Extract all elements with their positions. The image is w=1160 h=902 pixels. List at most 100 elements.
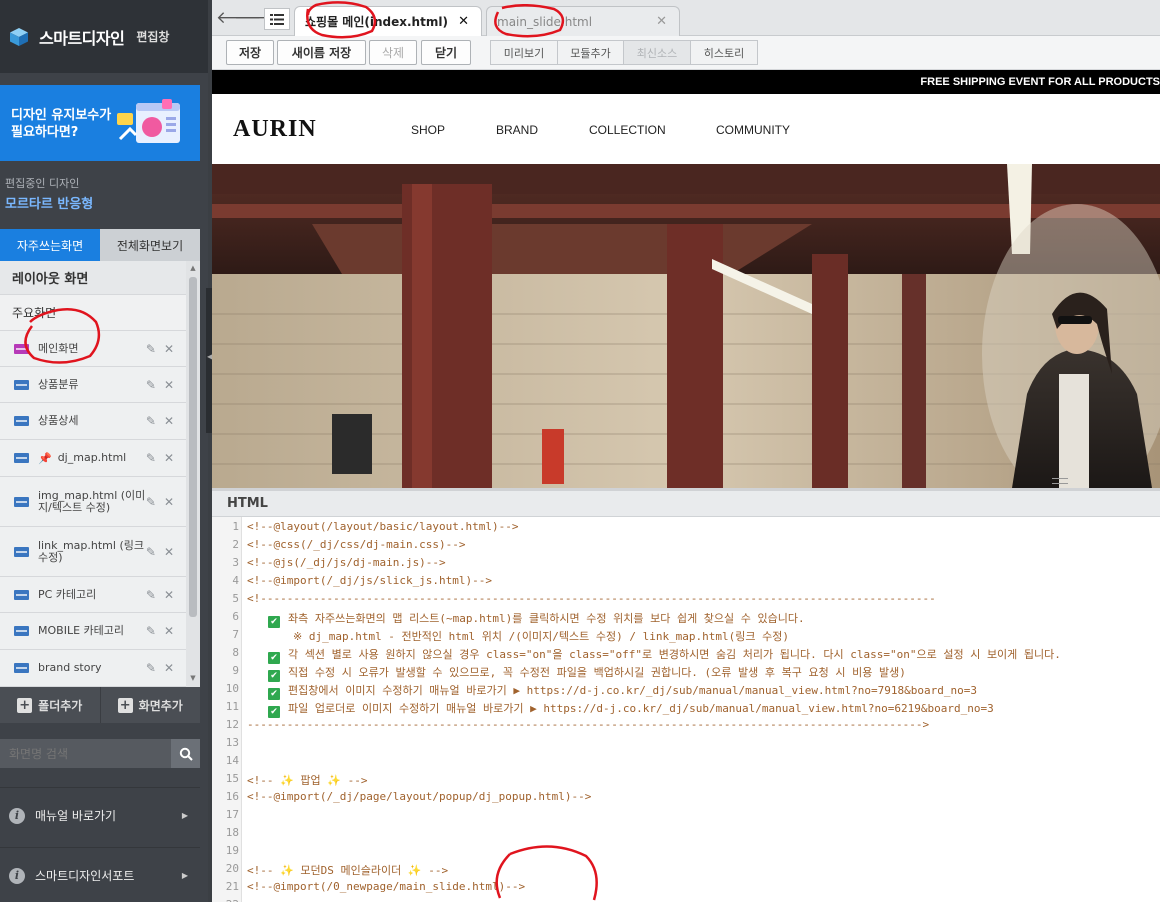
support-link[interactable]: i 스마트디자인서포트 ▶ — [0, 847, 200, 902]
line-number: 21 — [225, 880, 239, 893]
code-line: <!--@import(/0_newpage/main_slide.html)-… — [247, 880, 526, 893]
tab-all-screens[interactable]: 전체화면보기 — [100, 229, 200, 261]
tab-main-slide-html[interactable]: main_slide.html ✕ — [486, 6, 680, 36]
list-item[interactable]: 상품분류 ✎ ✕ — [0, 367, 186, 403]
edit-icon[interactable]: ✎ — [146, 624, 156, 638]
edit-icon[interactable]: ✎ — [146, 588, 156, 602]
list-item[interactable]: 상품상세 ✎ ✕ — [0, 403, 186, 440]
delete-icon[interactable]: ✕ — [164, 661, 174, 675]
delete-icon[interactable]: ✕ — [164, 545, 174, 559]
page-icon — [14, 496, 29, 507]
app-subtitle: 편집창 — [136, 30, 170, 44]
manual-link-label: 매뉴얼 바로가기 — [35, 809, 117, 823]
manual-link[interactable]: i 매뉴얼 바로가기 ▶ — [0, 787, 200, 843]
nav-shop[interactable]: SHOP — [411, 123, 445, 137]
edit-icon[interactable]: ✎ — [146, 545, 156, 559]
site-logo[interactable]: AURIN — [233, 116, 317, 143]
edit-icon[interactable]: ✎ — [146, 495, 156, 509]
add-module-button[interactable]: 모듈추가 — [558, 41, 624, 64]
close-icon[interactable]: ✕ — [656, 14, 667, 29]
delete-icon[interactable]: ✕ — [164, 624, 174, 638]
edit-icon[interactable]: ✎ — [146, 378, 156, 392]
delete-button[interactable]: 삭제 — [369, 40, 417, 65]
add-screen-label: 화면추가 — [138, 698, 183, 713]
code-editor[interactable]: 1 2 3 4 5 6 7 8 9 10 11 12 13 14 15 16 1… — [212, 517, 1160, 902]
file-tab-bar: 🡐 🡒 쇼핑몰 메인(index.html) ✕ main_slide.html… — [212, 0, 1160, 36]
code-line-text: 각 섹션 별로 사용 원하지 않으실 경우 class="on"을 class=… — [288, 648, 1061, 661]
line-number: 15 — [225, 772, 239, 785]
list-item-main-screen[interactable]: 메인화면 ✎ ✕ — [0, 331, 186, 367]
promo-banner: FREE SHIPPING EVENT FOR ALL PRODUCTS — [212, 70, 1160, 94]
line-number: 7 — [232, 628, 239, 641]
search-button[interactable] — [171, 739, 200, 768]
line-number: 22 — [212, 898, 239, 902]
code-line: <!--@import(/_dj/page/layout/popup/dj_po… — [247, 790, 592, 803]
resize-grip-icon[interactable] — [1052, 478, 1068, 484]
save-button[interactable]: 저장 — [226, 40, 274, 65]
line-number: 9 — [232, 664, 239, 677]
list-item[interactable]: link_map.html (링크 수정) ✎ ✕ — [0, 527, 186, 577]
layout-screen-header[interactable]: 레이아웃 화면 — [0, 261, 186, 295]
add-folder-button[interactable]: + 폴더추가 — [0, 687, 100, 723]
scroll-up-icon[interactable]: ▲ — [189, 264, 197, 274]
check-icon: ✔ — [268, 706, 280, 718]
tab-index-html[interactable]: 쇼핑몰 메인(index.html) ✕ — [294, 6, 482, 36]
delete-icon[interactable]: ✕ — [164, 495, 174, 509]
add-screen-button[interactable]: + 화면추가 — [99, 687, 201, 723]
code-line: <!-- ✨ 모던DS 메인슬라이더 ✨ --> — [247, 864, 449, 877]
latest-source-button[interactable]: 최신소스 — [624, 41, 691, 64]
tab-label: 쇼핑몰 메인(index.html) — [305, 15, 448, 29]
scrollbar-thumb[interactable] — [189, 277, 197, 617]
edit-icon[interactable]: ✎ — [146, 661, 156, 675]
maintenance-banner[interactable]: 디자인 유지보수가 필요하다면? — [0, 85, 200, 161]
sidebar-header: 스마트디자인 편집창 — [0, 0, 208, 73]
close-button[interactable]: 닫기 — [421, 40, 471, 65]
edit-icon[interactable]: ✎ — [146, 414, 156, 428]
search-icon — [179, 747, 193, 761]
delete-icon[interactable]: ✕ — [164, 342, 174, 356]
code-line: ----------------------------------------… — [247, 718, 930, 731]
line-number: 3 — [232, 556, 239, 569]
history-button[interactable]: 히스토리 — [691, 41, 757, 64]
list-scrollbar[interactable]: ▲ ▼ — [186, 261, 200, 687]
list-item[interactable]: img_map.html (이미지/텍스트 수정) ✎ ✕ — [0, 477, 186, 527]
site-preview: FREE SHIPPING EVENT FOR ALL PRODUCTS AUR… — [212, 70, 1160, 488]
file-list-icon[interactable] — [264, 8, 290, 30]
close-icon[interactable]: ✕ — [458, 14, 469, 29]
list-item[interactable]: 📌 dj_map.html ✎ ✕ — [0, 440, 186, 477]
line-number: 6 — [232, 610, 239, 623]
pin-icon: 📌 — [38, 451, 52, 465]
page-icon — [14, 589, 29, 600]
tab-favorite-screens[interactable]: 자주쓰는화면 — [0, 229, 100, 261]
scroll-down-icon[interactable]: ▼ — [189, 674, 197, 684]
save-as-button[interactable]: 새이름 저장 — [277, 40, 366, 65]
support-link-label: 스마트디자인서포트 — [35, 869, 135, 883]
page-icon — [14, 379, 29, 390]
screen-search-input[interactable] — [0, 739, 171, 768]
list-item[interactable]: MOBILE 카테고리 ✎ ✕ — [0, 613, 186, 650]
list-item[interactable]: brand story ✎ ✕ — [0, 650, 186, 687]
preview-button[interactable]: 미리보기 — [491, 41, 558, 64]
item-label: 상품상세 — [38, 414, 79, 427]
line-number: 18 — [225, 826, 239, 839]
add-folder-label: 폴더추가 — [38, 698, 83, 713]
delete-icon[interactable]: ✕ — [164, 378, 174, 392]
code-line: <!-- ✨ 팝업 ✨ --> — [247, 774, 368, 787]
list-item[interactable]: PC 카테고리 ✎ ✕ — [0, 577, 186, 613]
code-line: <!--@layout(/layout/basic/layout.html)--… — [247, 520, 519, 533]
check-icon: ✔ — [268, 670, 280, 682]
item-label: 상품분류 — [38, 377, 79, 391]
line-number: 5 — [232, 592, 239, 605]
delete-icon[interactable]: ✕ — [164, 414, 174, 428]
delete-icon[interactable]: ✕ — [164, 451, 174, 465]
nav-brand[interactable]: BRAND — [496, 123, 538, 137]
code-line-text: 편집창에서 이미지 수정하기 매뉴얼 바로가기 ▶ https://d-j.co… — [288, 684, 977, 697]
delete-icon[interactable]: ✕ — [164, 588, 174, 602]
edit-icon[interactable]: ✎ — [146, 342, 156, 356]
screen-list: 레이아웃 화면 주요화면 메인화면 ✎ ✕ 상품분류 ✎ ✕ 상품상세 ✎ ✕ 📌 d… — [0, 261, 200, 687]
line-number: 11 — [225, 700, 239, 713]
nav-community[interactable]: COMMUNITY — [716, 123, 790, 137]
nav-collection[interactable]: COLLECTION — [589, 123, 666, 137]
code-line: <!--@css(/_dj/css/dj-main.css)--> — [247, 538, 466, 551]
edit-icon[interactable]: ✎ — [146, 451, 156, 465]
